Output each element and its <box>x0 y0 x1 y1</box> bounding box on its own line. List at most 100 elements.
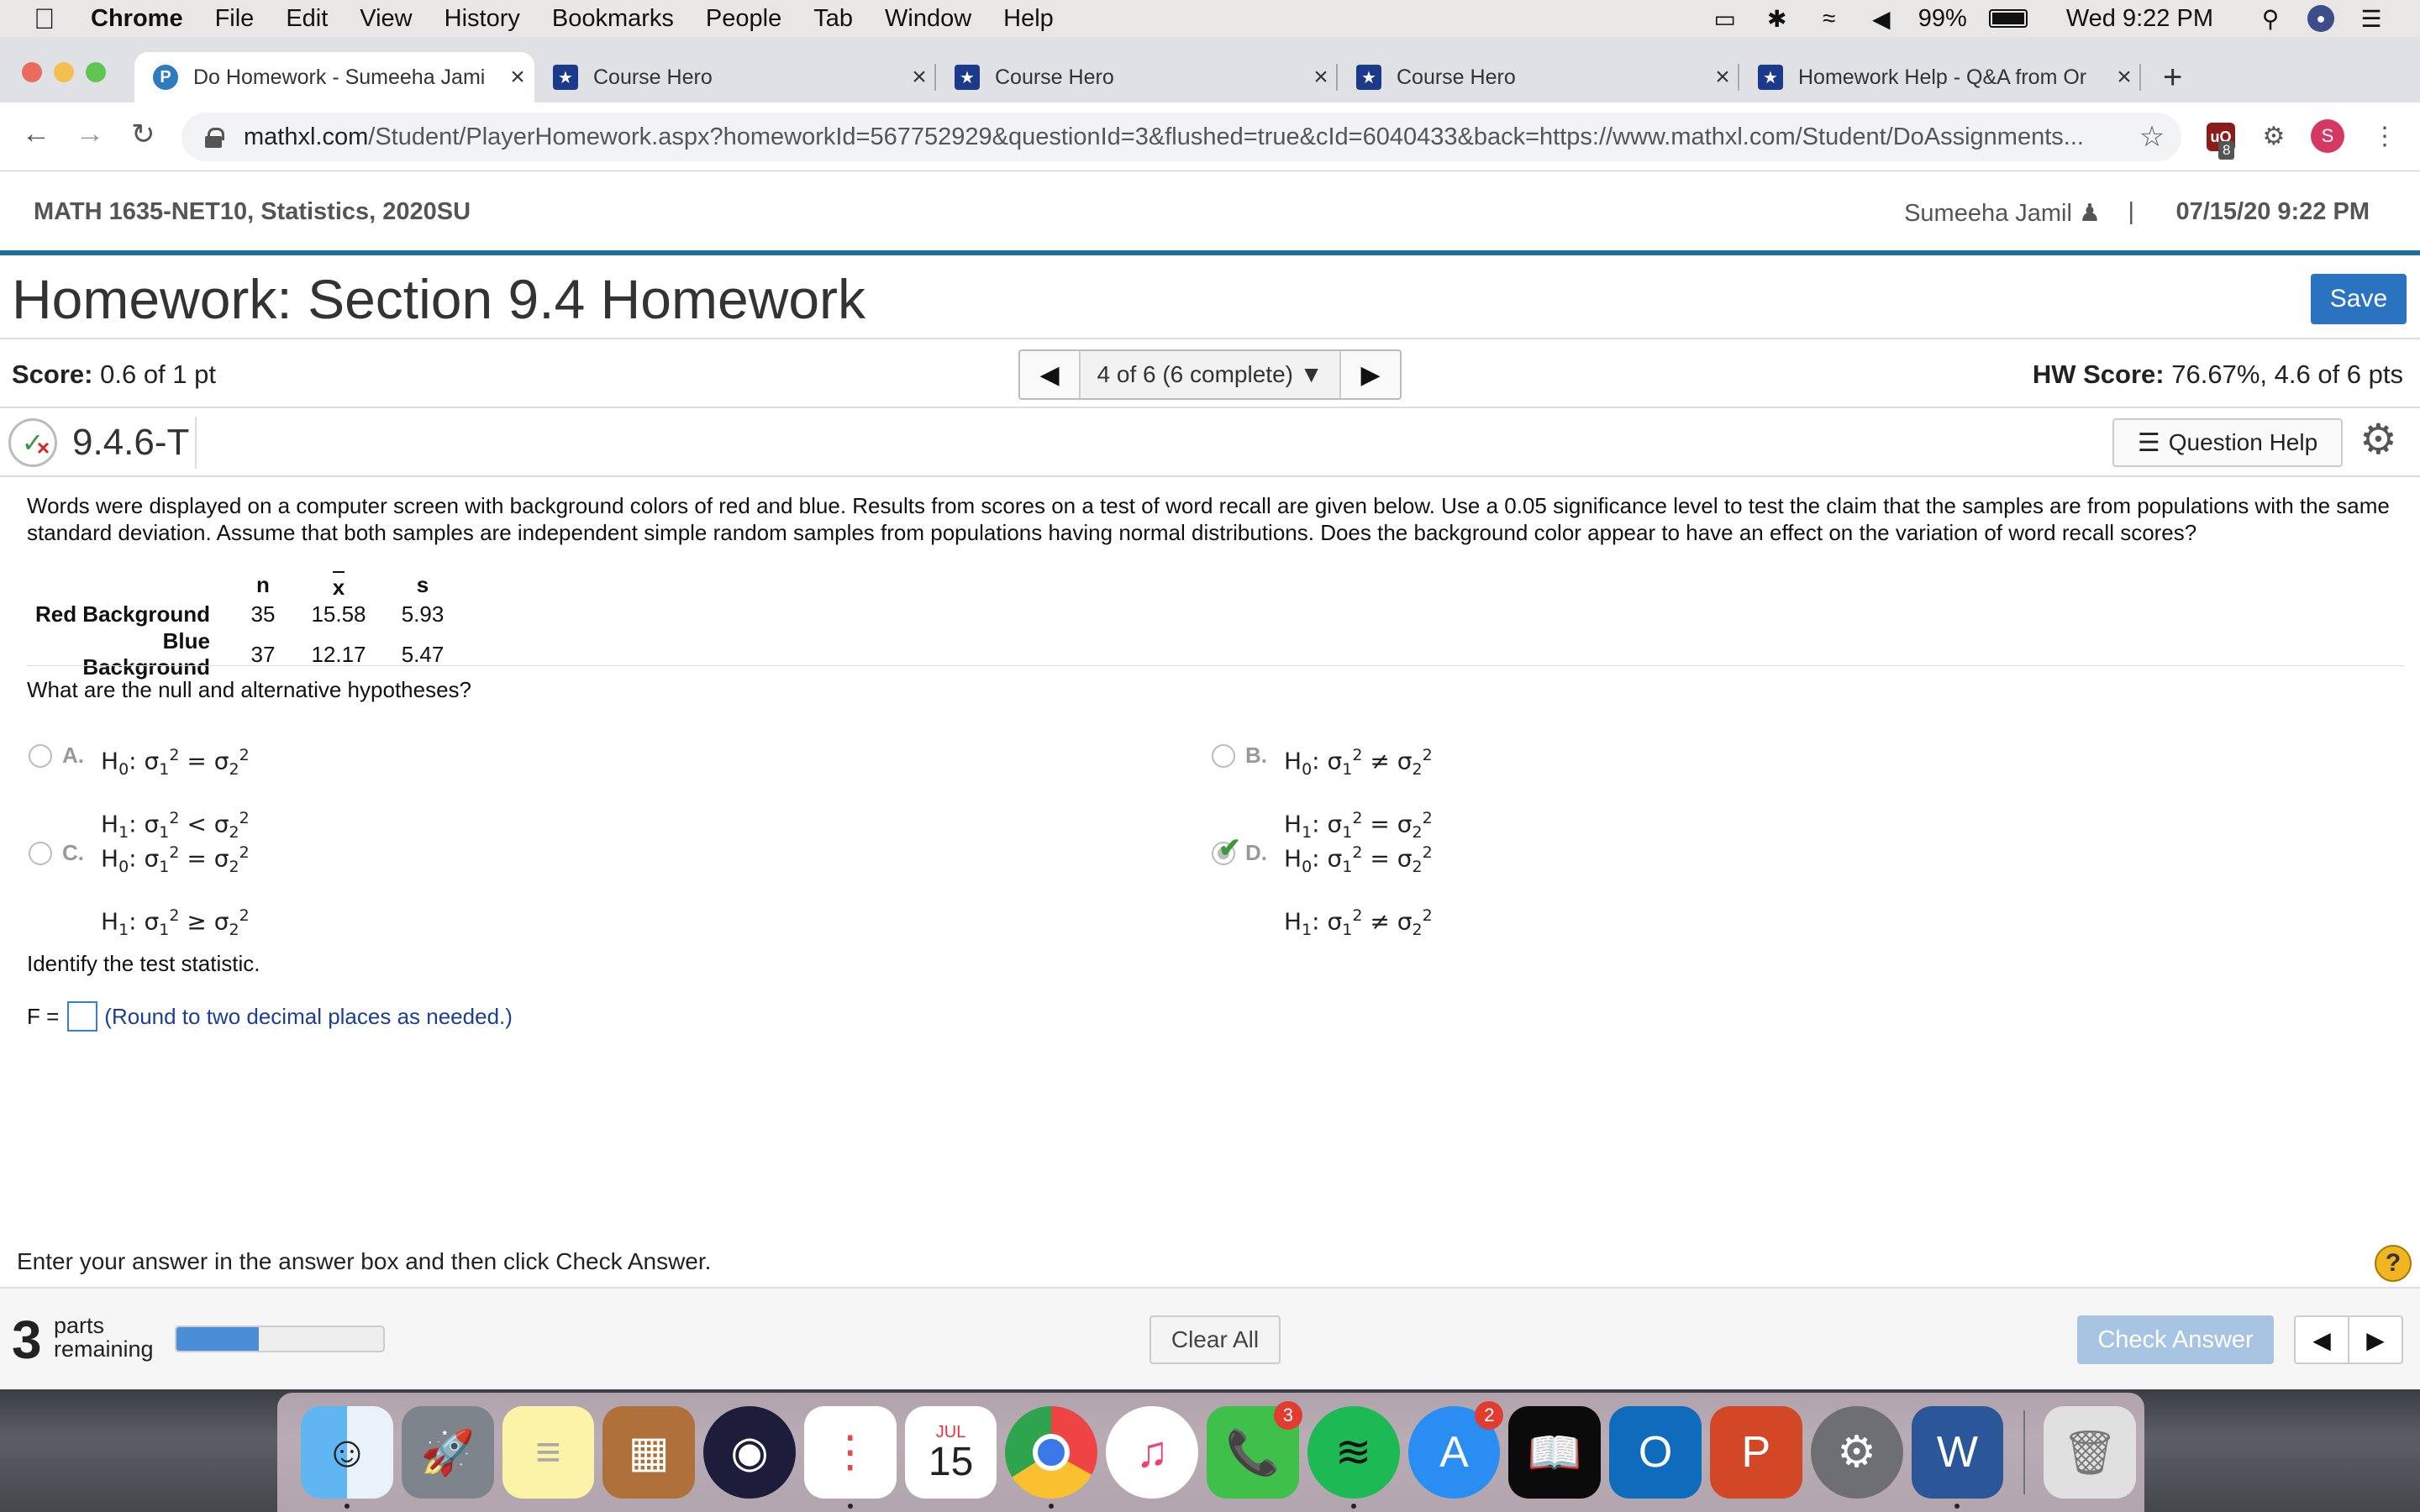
h1-operator: ≥ <box>187 907 207 936</box>
address-bar[interactable]: mathxl.com/Student/PlayerHomework.aspx?h… <box>182 113 2181 161</box>
zoom-window-button[interactable] <box>86 62 106 82</box>
radio-button[interactable] <box>29 842 52 865</box>
save-button[interactable]: Save <box>2311 274 2407 324</box>
airplay-icon[interactable]: ▭ <box>1710 6 1740 32</box>
menu-edit[interactable]: Edit <box>286 5 328 33</box>
status-area: ▭ ✱ ≈ ◀ 99% Wed 9:22 PM ⚲ ● ☰ <box>1710 5 2386 33</box>
music-icon[interactable]: ♫ <box>1106 1406 1199 1499</box>
menu-file[interactable]: File <box>215 5 255 33</box>
minimize-window-button[interactable] <box>54 62 74 82</box>
settings-gear-icon[interactable]: ⚙ <box>2360 415 2397 464</box>
tab-close-icon[interactable]: × <box>902 63 936 92</box>
word-icon[interactable]: W <box>1911 1406 2004 1509</box>
tab-course-hero-1[interactable]: ★ Course Hero × <box>534 52 936 102</box>
spotlight-search-icon[interactable]: ⚲ <box>2255 6 2286 32</box>
apple-menu-icon[interactable]:  <box>34 3 55 36</box>
check-answer-button[interactable]: Check Answer <box>2077 1315 2274 1364</box>
macos-dock: ☺ 🚀 ≡ ▦ ◉ ⋮ JUL 15 ♫ 📞 3 ≋ A2 📖 O P ⚙ W 🗑 <box>277 1393 2144 1512</box>
reminders-icon[interactable]: ⋮ <box>803 1406 897 1509</box>
next-question-icon[interactable]: ▶ <box>1341 351 1400 398</box>
course-hero-favicon-icon: ★ <box>955 65 980 90</box>
powerpoint-icon[interactable]: P <box>1709 1406 1802 1499</box>
next-part-icon[interactable]: ▶ <box>2349 1317 2402 1362</box>
volume-icon[interactable]: ◀ <box>1866 6 1897 32</box>
parts-progress-bar <box>175 1326 385 1352</box>
alternative-hypothesis: H1: σ12 ≠ σ22 <box>1284 906 1433 939</box>
choice-d[interactable]: ✔ D. H0: σ12 = σ22 H1: σ12 ≠ σ22 <box>1212 832 1433 954</box>
lock-icon[interactable] <box>205 128 224 148</box>
tab-close-icon[interactable]: × <box>1304 63 1338 92</box>
notes-icon[interactable]: ≡ <box>502 1406 595 1499</box>
tab-course-hero-2[interactable]: ★ Course Hero × <box>936 52 1338 102</box>
back-icon[interactable]: ← <box>22 118 50 150</box>
test-statistic-prompt: Identify the test statistic. <box>27 951 260 976</box>
system-preferences-icon[interactable]: ⚙ <box>1810 1406 1903 1499</box>
trash-icon[interactable]: 🗑 <box>2044 1406 2137 1499</box>
menu-bookmarks[interactable]: Bookmarks <box>552 5 674 33</box>
url-text[interactable]: mathxl.com/Student/PlayerHomework.aspx?h… <box>244 123 2131 151</box>
facetime-icon[interactable]: 📞 3 <box>1207 1401 1302 1499</box>
menu-history[interactable]: History <box>445 5 520 33</box>
menu-help[interactable]: Help <box>1003 5 1054 33</box>
question-selector[interactable]: 4 of 6 (6 complete) ▼ <box>1079 351 1341 398</box>
tab-homework-help[interactable]: ★ Homework Help - Q&A from Or × <box>1739 52 2141 102</box>
user-name[interactable]: Sumeeha Jamil ♟ <box>1904 198 2101 228</box>
cell-n: 37 <box>250 641 276 667</box>
bookmark-star-icon[interactable]: ☆ <box>2131 120 2173 154</box>
previous-part-icon[interactable]: ◀ <box>2296 1317 2349 1362</box>
header-divider: | <box>2128 198 2134 225</box>
divider <box>0 475 2420 477</box>
extensions-puzzle-icon[interactable]: ⚙ <box>2257 119 2291 153</box>
forward-icon[interactable]: → <box>76 118 104 150</box>
calculator-icon[interactable]: ▦ <box>602 1406 696 1499</box>
xbar-symbol: x <box>332 570 345 601</box>
notification-center-icon[interactable]: ☰ <box>2356 6 2386 32</box>
menubar-clock[interactable]: Wed 9:22 PM <box>2066 5 2213 33</box>
tab-do-homework[interactable]: P Do Homework - Sumeeha Jami × <box>134 52 534 102</box>
tab-close-icon[interactable]: × <box>2107 63 2141 92</box>
siri-icon[interactable]: ● <box>2307 5 2334 32</box>
menu-window[interactable]: Window <box>885 5 971 33</box>
launchpad-icon[interactable]: 🚀 <box>401 1406 494 1499</box>
chrome-icon[interactable] <box>1005 1406 1098 1509</box>
wifi-icon[interactable]: ≈ <box>1814 5 1844 31</box>
tab-course-hero-3[interactable]: ★ Course Hero × <box>1338 52 1739 102</box>
row-label: Blue Background <box>82 628 210 680</box>
h0-operator: = <box>187 747 207 775</box>
clear-all-button[interactable]: Clear All <box>1150 1315 1281 1364</box>
choice-c[interactable]: C. H0: σ12 = σ22 H1: σ12 ≥ σ22 <box>29 840 250 954</box>
question-help-button[interactable]: ☰ Question Help <box>2112 418 2343 467</box>
bluetooth-icon[interactable]: ✱ <box>1762 6 1792 32</box>
list-icon: ☰ <box>2137 428 2160 457</box>
radio-button[interactable] <box>1212 744 1235 768</box>
score: Score: 0.6 of 1 pt <box>12 360 216 390</box>
tab-close-icon[interactable]: × <box>1706 63 1739 92</box>
battery-icon[interactable] <box>1988 9 2028 28</box>
help-question-icon[interactable]: ? <box>2375 1245 2412 1282</box>
parts-remaining-label: parts remaining <box>54 1314 154 1361</box>
close-window-button[interactable] <box>22 62 42 82</box>
menu-people[interactable]: People <box>706 5 781 33</box>
null-hypothesis: H0: σ12 = σ22 <box>101 843 250 876</box>
f-answer-input[interactable] <box>67 1001 98 1032</box>
menu-app-name[interactable]: Chrome <box>91 5 183 33</box>
chrome-menu-icon[interactable]: ⋮ <box>2368 119 2402 153</box>
new-tab-icon[interactable]: + <box>2163 59 2182 97</box>
calendar-icon[interactable]: JUL 15 <box>904 1406 997 1499</box>
kindle-icon[interactable]: 📖 <box>1508 1406 1602 1499</box>
column-header-n: n <box>256 572 270 597</box>
reload-icon[interactable]: ↻ <box>131 118 155 151</box>
answer-instruction: Enter your answer in the answer box and … <box>17 1248 712 1274</box>
tab-close-icon[interactable]: × <box>501 63 534 92</box>
score-value: 0.6 of 1 pt <box>100 360 216 389</box>
profile-avatar[interactable]: S <box>2311 119 2344 153</box>
app-store-icon[interactable]: A2 <box>1407 1401 1504 1499</box>
previous-question-icon[interactable]: ◀ <box>1020 351 1079 398</box>
radio-button[interactable] <box>29 744 52 768</box>
siri-app-icon[interactable]: ◉ <box>703 1406 796 1499</box>
menu-tab[interactable]: Tab <box>813 5 853 33</box>
outlook-icon[interactable]: O <box>1609 1406 1702 1499</box>
spotify-icon[interactable]: ≋ <box>1307 1406 1400 1509</box>
finder-icon[interactable]: ☺ <box>301 1406 393 1509</box>
menu-view[interactable]: View <box>360 5 412 33</box>
